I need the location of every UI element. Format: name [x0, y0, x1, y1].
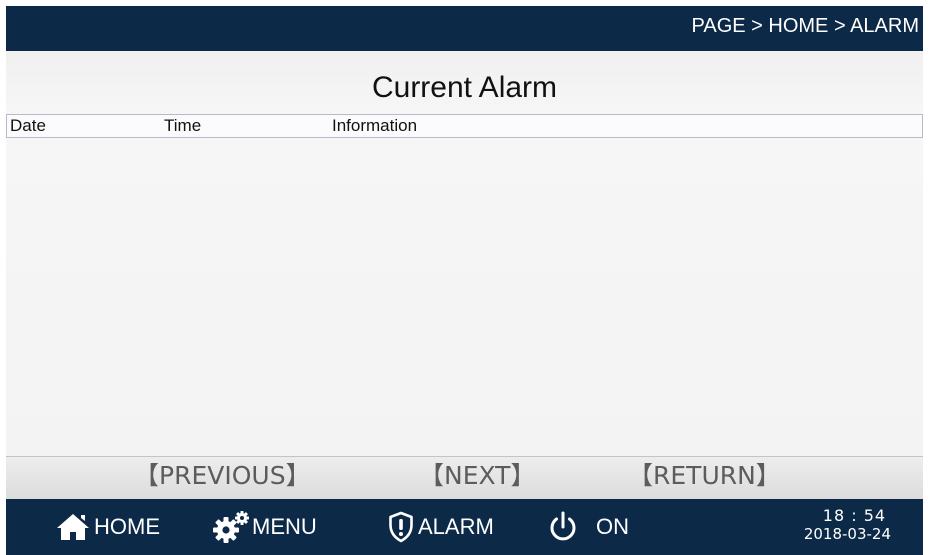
- alarm-table-body: [6, 138, 923, 456]
- home-label: HOME: [94, 514, 160, 539]
- column-header-time: Time: [164, 116, 202, 135]
- alarm-label: ALARM: [418, 514, 494, 539]
- alarm-button[interactable]: ALARM: [388, 499, 494, 555]
- menu-button[interactable]: MENU: [212, 499, 317, 555]
- home-icon: [57, 514, 89, 540]
- hmi-screen: PAGE > HOME > ALARM Current Alarm Date T…: [6, 6, 923, 555]
- clock-date: 2018-03-24: [803, 525, 891, 543]
- pager-bar: 【PREVIOUS】 【NEXT】 【RETURN】: [6, 456, 923, 499]
- power-button[interactable]: ON: [548, 499, 629, 555]
- shield-alert-icon: [389, 511, 413, 543]
- clock-time: 18 : 54: [822, 506, 887, 525]
- previous-button[interactable]: 【PREVIOUS】: [134, 461, 311, 491]
- page-title: Current Alarm: [371, 71, 558, 104]
- menu-label: MENU: [252, 514, 317, 539]
- top-bar: PAGE > HOME > ALARM: [6, 6, 923, 51]
- next-button[interactable]: 【NEXT】: [419, 461, 535, 491]
- clock: 18 : 54 2018-03-24: [803, 506, 891, 544]
- power-label: ON: [596, 514, 629, 539]
- home-button[interactable]: HOME: [56, 499, 160, 555]
- breadcrumb: PAGE > HOME > ALARM: [691, 15, 919, 37]
- gears-icon: [213, 511, 249, 543]
- alarm-panel: Current Alarm Date Time Information: [6, 51, 923, 457]
- power-icon: [550, 511, 576, 541]
- return-button[interactable]: 【RETURN】: [628, 461, 781, 491]
- column-header-information: Information: [332, 116, 418, 135]
- column-header-date: Date: [10, 116, 46, 135]
- bottom-bar: HOME MENU ALARM ON 18: 54 2018-03-24: [6, 499, 923, 555]
- alarm-table-header: Date Time Information: [6, 114, 923, 138]
